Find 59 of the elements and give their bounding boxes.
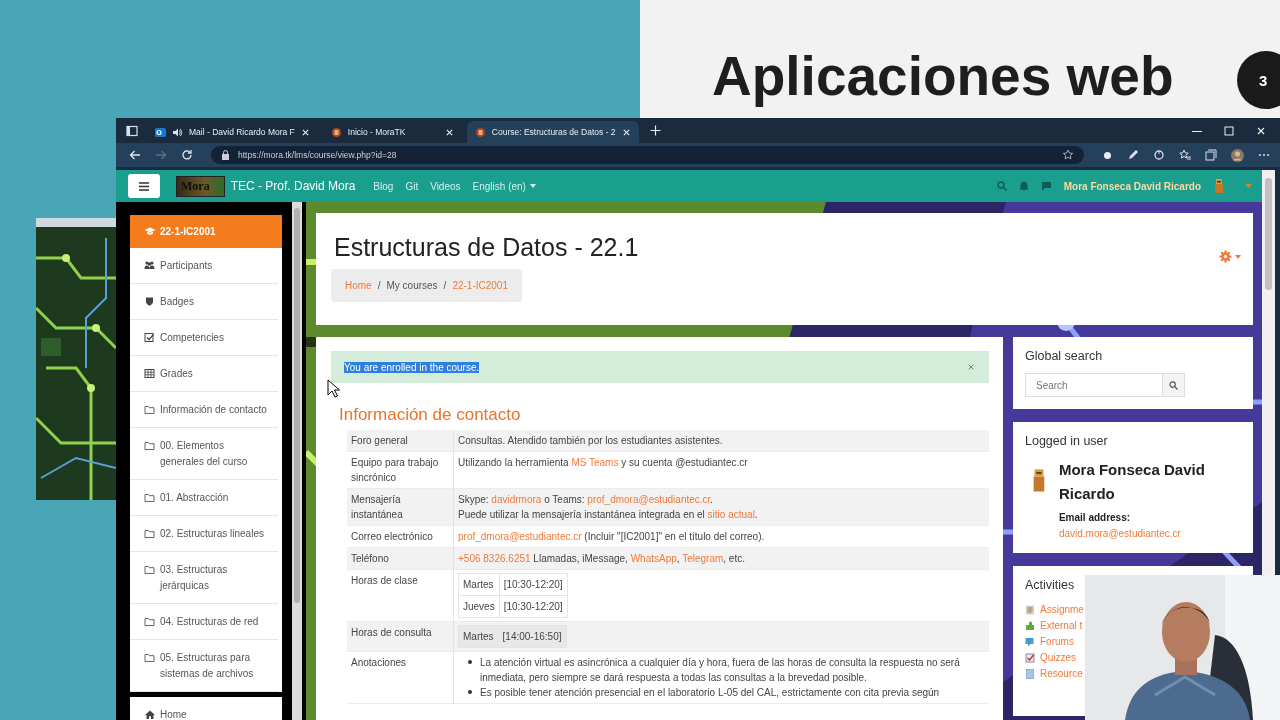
folder-icon [144, 616, 155, 627]
more-icon[interactable] [1258, 153, 1270, 157]
nav-link[interactable]: Git [405, 180, 419, 192]
browser-tab[interactable]: Inicio - MoraTK [322, 121, 462, 143]
nav-link[interactable]: Videos [430, 180, 461, 192]
sidebar-item[interactable]: Grades [130, 356, 278, 392]
table-icon [144, 368, 155, 379]
pen-icon[interactable] [1127, 149, 1139, 161]
close-icon[interactable] [300, 127, 310, 137]
folder-icon [144, 440, 155, 451]
tab-actions-icon[interactable] [126, 124, 138, 137]
close-icon[interactable] [444, 127, 454, 137]
folder-icon [144, 528, 155, 539]
maximize-icon[interactable] [1224, 125, 1234, 136]
slide-title: Aplicaciones web [712, 44, 1174, 108]
browser-tab[interactable]: Course: Estructuras de Datos - 2 [466, 121, 639, 143]
site-logo[interactable]: Mora [176, 175, 225, 197]
sidebar-item[interactable]: 02. Estructuras lineales [130, 516, 278, 552]
speaker-icon [172, 126, 183, 138]
folder-icon [144, 652, 155, 663]
shield-icon [144, 296, 155, 307]
sidebar-item[interactable]: Información de contacto [130, 392, 278, 428]
users-icon [144, 260, 155, 271]
home-icon [144, 709, 155, 720]
sidebar-item[interactable]: 05. Estructuras para sistemas de archivos [130, 640, 278, 692]
collections-icon[interactable] [1205, 149, 1217, 161]
sidebar-item[interactable]: 04. Estructuras de red [130, 604, 278, 640]
sidebar-item[interactable]: 00. Elementos generales del curso [130, 428, 278, 480]
folder-icon [144, 564, 155, 575]
favorites-icon[interactable] [1179, 149, 1191, 161]
language-menu[interactable]: English (en) [472, 180, 536, 192]
new-tab-icon[interactable] [649, 125, 661, 136]
address-field[interactable]: https://mora.tk/lms/course/view.php?id=28 [211, 146, 1084, 164]
menu-button[interactable] [128, 174, 160, 198]
graduation-cap-icon [144, 226, 155, 237]
menu-icon [139, 181, 149, 191]
user-menu[interactable]: Mora Fonseca David Ricardo [1063, 180, 1201, 192]
caret-icon [529, 184, 536, 188]
nav-link[interactable]: Blog [373, 180, 394, 192]
mail-app-icon [155, 126, 166, 138]
checkbox-icon [144, 332, 155, 343]
sidebar-item[interactable]: Participants [130, 248, 278, 284]
profile-avatar-icon[interactable] [1231, 148, 1244, 162]
browser-tab[interactable]: Mail - David Ricardo Mora F [147, 121, 318, 143]
sidebar-item[interactable]: Competencies [130, 320, 278, 356]
site-icon [474, 126, 486, 138]
add-favorite-icon[interactable] [1062, 149, 1074, 161]
sidebar-item[interactable]: 22-1-IC2001 [130, 215, 282, 248]
site-icon [330, 126, 342, 138]
site-name[interactable]: TEC - Prof. David Mora [230, 179, 356, 193]
folder-icon [144, 404, 155, 415]
folder-icon [144, 492, 155, 503]
back-icon[interactable] [129, 149, 141, 161]
sidebar-item[interactable]: 01. Abstracción [130, 480, 278, 516]
sidebar-item[interactable]: 03. Estructuras jerárquicas [130, 552, 278, 604]
lock-icon [221, 150, 230, 160]
sidebar-item[interactable]: Badges [130, 284, 278, 320]
slide-number: 3 [1237, 51, 1280, 109]
scrollbar[interactable] [292, 202, 302, 720]
